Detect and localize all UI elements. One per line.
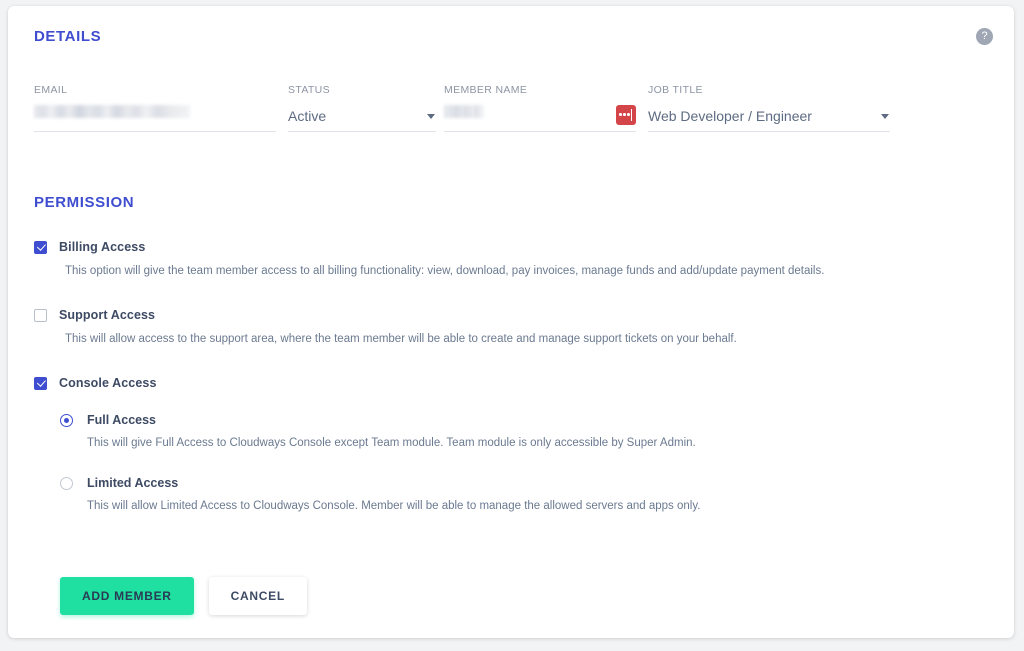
full-access-label: Full Access bbox=[87, 413, 157, 427]
email-field-label: EMAIL bbox=[34, 84, 68, 96]
limited-access-row[interactable]: Limited Access bbox=[60, 475, 974, 491]
limited-access-description: This will allow Limited Access to Cloudw… bbox=[87, 500, 701, 512]
console-full-access-option: Full Access This will give Full Access t… bbox=[60, 412, 974, 451]
job-title-field-label: JOB TITLE bbox=[648, 84, 703, 96]
email-field[interactable]: EMAIL bbox=[34, 84, 276, 132]
job-title-select-line[interactable]: Web Developer / Engineer bbox=[648, 105, 890, 132]
permission-billing-access: Billing Access This option will give the… bbox=[34, 238, 974, 279]
password-manager-icon[interactable] bbox=[616, 105, 636, 125]
full-access-row[interactable]: Full Access bbox=[60, 412, 974, 428]
job-title-selected-value: Web Developer / Engineer bbox=[648, 108, 812, 124]
support-access-description: This will allow access to the support ar… bbox=[65, 333, 737, 345]
permission-support-access: Support Access This will allow access to… bbox=[34, 306, 974, 347]
support-access-checkbox[interactable] bbox=[34, 308, 47, 322]
console-access-row[interactable]: Console Access bbox=[34, 374, 974, 392]
details-fields-row: EMAIL STATUS Active MEMBER NAME JOB TITL… bbox=[34, 84, 990, 136]
billing-access-description: This option will give the team member ac… bbox=[65, 265, 825, 277]
member-name-field[interactable]: MEMBER NAME bbox=[444, 84, 636, 132]
permission-section-heading: PERMISSION bbox=[34, 194, 135, 211]
status-field[interactable]: STATUS Active bbox=[288, 84, 436, 132]
email-redacted-value bbox=[34, 105, 190, 118]
page-background: ? DETAILS EMAIL STATUS Active MEMBER NAM… bbox=[0, 0, 1024, 651]
member-name-field-label: MEMBER NAME bbox=[444, 84, 528, 96]
permission-console-access: Console Access Full Access This will giv… bbox=[34, 374, 974, 514]
member-name-redacted-value bbox=[444, 105, 484, 118]
status-field-label: STATUS bbox=[288, 84, 330, 96]
email-input-line[interactable] bbox=[34, 105, 276, 132]
team-member-form-card: ? DETAILS EMAIL STATUS Active MEMBER NAM… bbox=[8, 6, 1014, 638]
member-name-input-line[interactable] bbox=[444, 105, 636, 132]
help-circle-icon[interactable]: ? bbox=[976, 28, 993, 45]
limited-access-label: Limited Access bbox=[87, 476, 179, 490]
support-access-label: Support Access bbox=[59, 308, 156, 322]
job-title-field[interactable]: JOB TITLE Web Developer / Engineer bbox=[648, 84, 890, 132]
console-access-label: Console Access bbox=[59, 376, 157, 390]
details-section-heading: DETAILS bbox=[34, 28, 102, 45]
chevron-down-icon[interactable] bbox=[881, 114, 889, 119]
form-actions: ADD MEMBER CANCEL bbox=[60, 577, 307, 615]
limited-access-radio[interactable] bbox=[60, 476, 73, 490]
full-access-radio[interactable] bbox=[60, 413, 73, 427]
status-selected-value: Active bbox=[288, 108, 327, 124]
billing-access-row[interactable]: Billing Access bbox=[34, 238, 974, 256]
billing-access-checkbox[interactable] bbox=[34, 240, 47, 254]
billing-access-label: Billing Access bbox=[59, 240, 146, 254]
status-select-line[interactable]: Active bbox=[288, 105, 436, 132]
support-access-row[interactable]: Support Access bbox=[34, 306, 974, 324]
chevron-down-icon[interactable] bbox=[427, 114, 435, 119]
console-access-checkbox[interactable] bbox=[34, 376, 47, 390]
password-manager-dots-icon bbox=[619, 113, 630, 116]
full-access-description: This will give Full Access to Cloudways … bbox=[87, 437, 696, 449]
password-manager-cursor-icon bbox=[630, 109, 632, 121]
add-member-button[interactable]: ADD MEMBER bbox=[60, 577, 194, 615]
console-limited-access-option: Limited Access This will allow Limited A… bbox=[60, 475, 974, 514]
cancel-button[interactable]: CANCEL bbox=[208, 577, 307, 615]
